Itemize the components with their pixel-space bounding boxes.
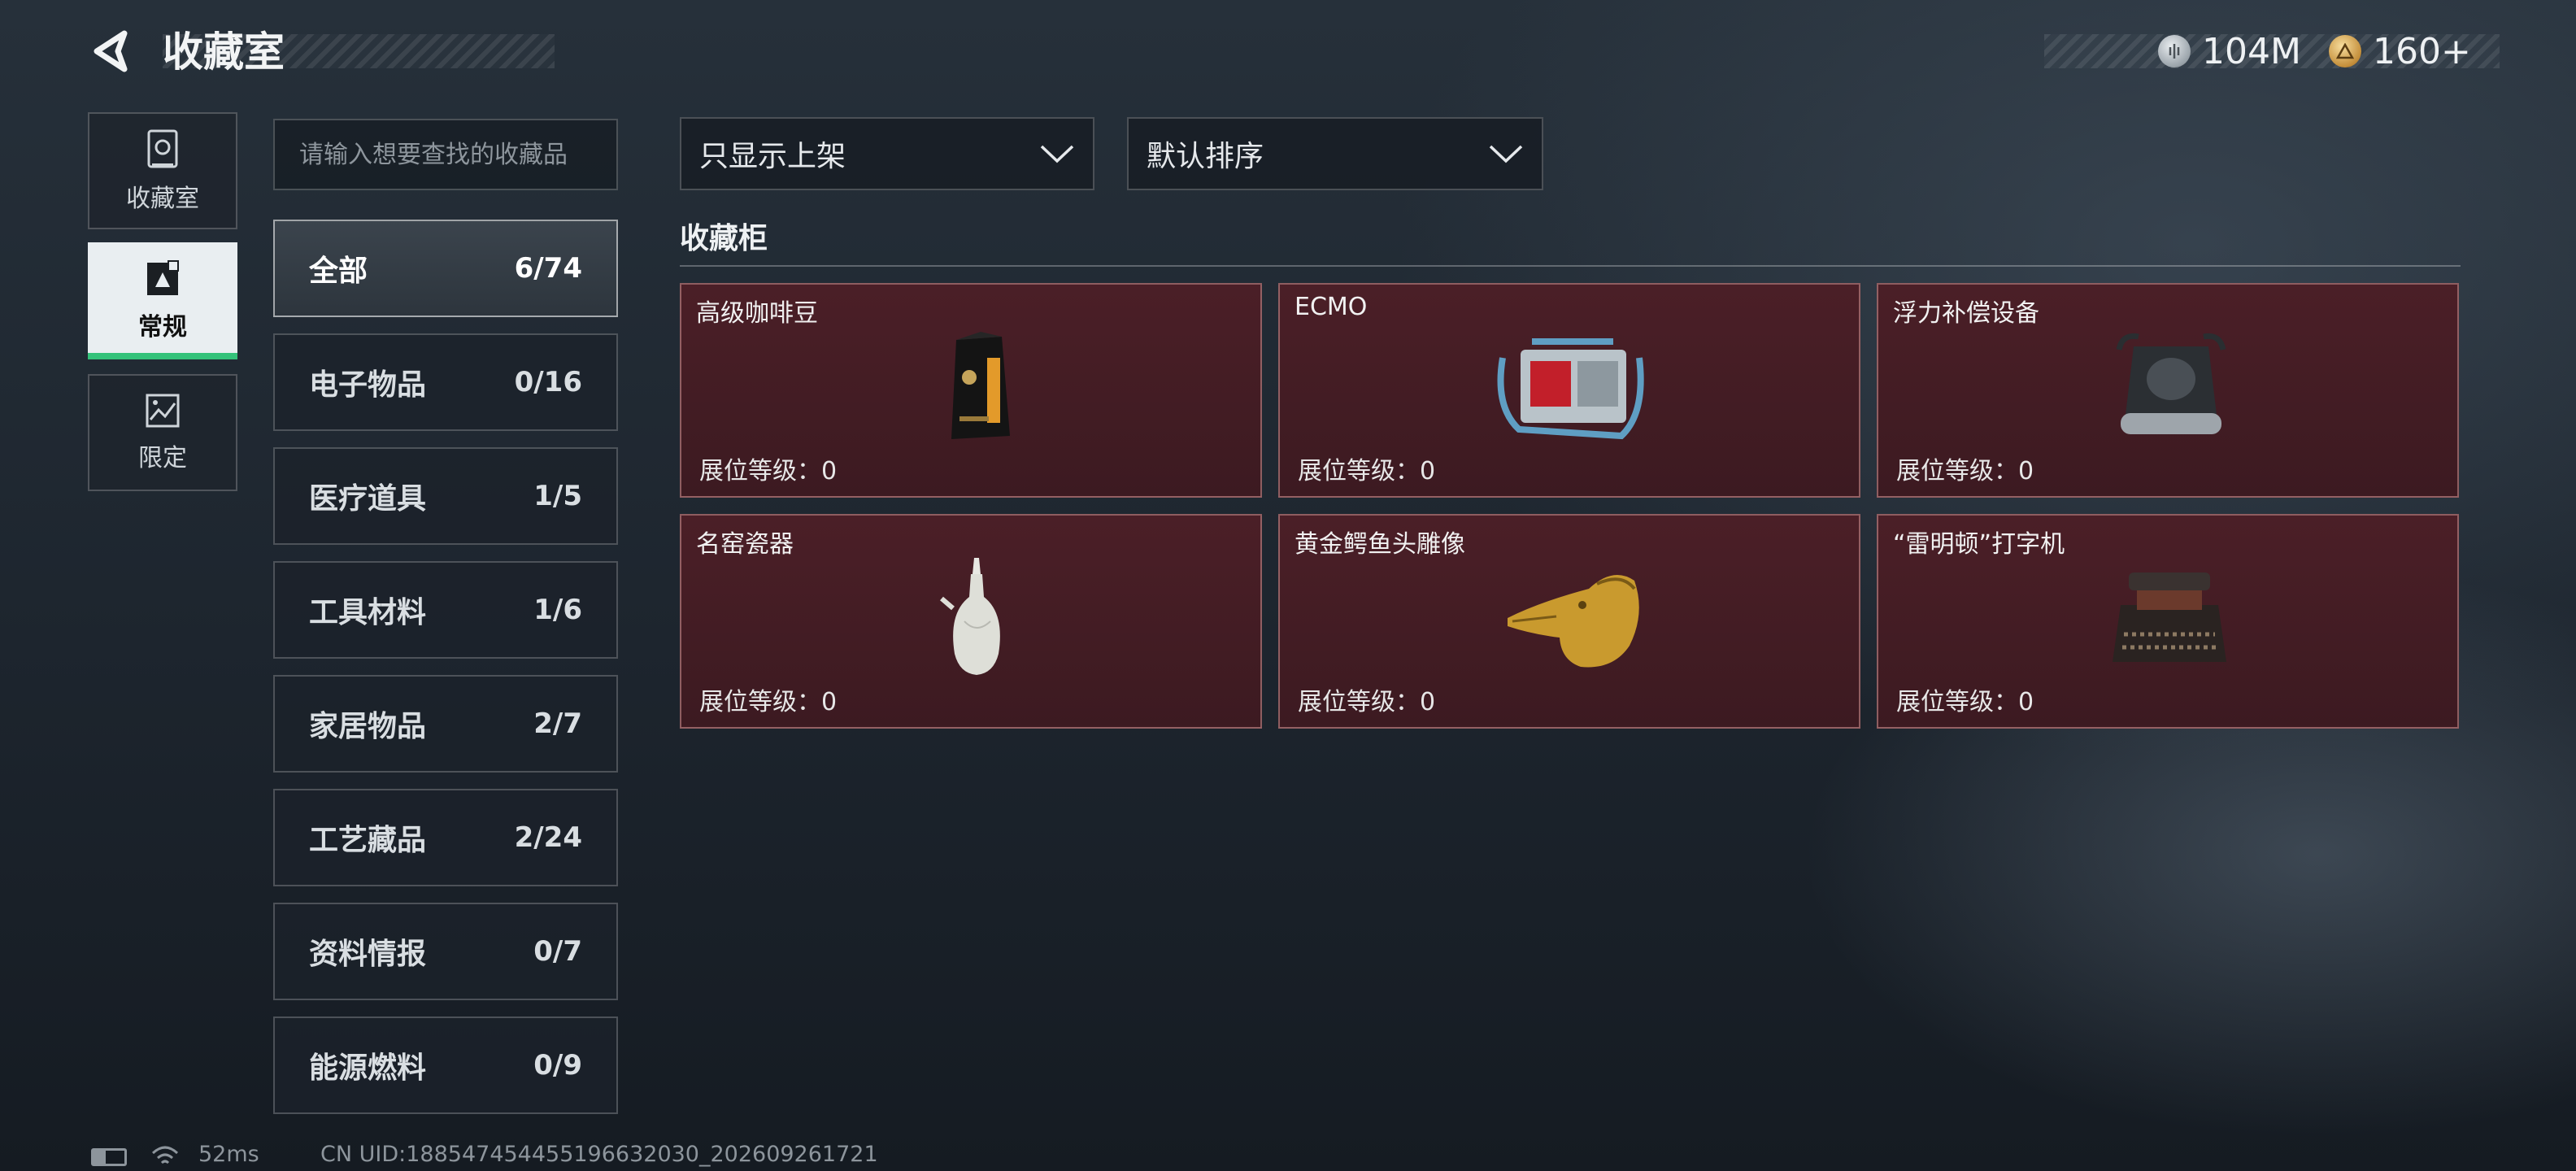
category-count: 6/74 [514, 252, 582, 285]
sort-dropdown[interactable]: 默认排序 [1127, 117, 1543, 190]
category-count: 0/7 [533, 935, 582, 968]
collection-card[interactable]: 黄金鳄鱼头雕像 展位等级：0 [1278, 514, 1860, 729]
category-count: 0/9 [533, 1049, 582, 1082]
nav-label: 限定 [138, 444, 187, 472]
exhibit-icon [147, 260, 179, 295]
category-electronics[interactable]: 电子物品 0/16 [273, 333, 618, 431]
limited-icon [146, 394, 180, 428]
item-level: 展位等级：0 [699, 688, 838, 716]
wifi-icon [151, 1146, 179, 1164]
collection-card[interactable]: 浮力补偿设备 展位等级：0 [1877, 283, 2459, 498]
collection-card[interactable]: 名窑瓷器 展位等级：0 [680, 514, 1262, 729]
bcd-vest-icon [2116, 333, 2226, 434]
nav-limited[interactable]: 限定 [88, 374, 237, 491]
section-divider [680, 265, 2461, 267]
item-level: 展位等级：0 [1298, 688, 1436, 716]
item-name: 黄金鳄鱼头雕像 [1295, 530, 1465, 559]
nav-label: 常规 [138, 313, 187, 342]
vault-icon [147, 129, 178, 168]
battery-icon [91, 1148, 127, 1166]
back-button[interactable] [88, 26, 138, 76]
back-arrow-icon [94, 30, 128, 72]
typewriter-icon [2113, 572, 2226, 662]
chevron-down-icon [1489, 145, 1523, 163]
golden-crocodile-icon [1508, 574, 1639, 668]
nav-label: 收藏室 [126, 185, 199, 213]
coffee-bag-icon [951, 332, 1010, 439]
page-title: 收藏室 [163, 28, 285, 76]
category-medical[interactable]: 医疗道具 1/5 [273, 447, 618, 545]
item-name: 名窑瓷器 [696, 530, 794, 559]
item-name: 高级咖啡豆 [696, 299, 818, 328]
collection-card[interactable]: 高级咖啡豆 展位等级：0 [680, 283, 1262, 498]
display-filter-dropdown[interactable]: 只显示上架 [680, 117, 1094, 190]
currency-gold: 160+ [2329, 28, 2471, 75]
item-name: ECMO [1295, 293, 1368, 321]
category-crafts[interactable]: 工艺藏品 2/24 [273, 789, 618, 886]
item-level: 展位等级：0 [699, 457, 838, 485]
nav-vault[interactable]: 收藏室 [88, 112, 237, 229]
category-name: 医疗道具 [309, 482, 427, 516]
category-name: 工具材料 [309, 596, 427, 629]
category-all[interactable]: 全部 6/74 [273, 220, 618, 317]
silver-coin-icon [2158, 35, 2191, 67]
category-count: 0/16 [514, 366, 582, 398]
gold-amount: 160+ [2373, 30, 2471, 72]
category-intel[interactable]: 资料情报 0/7 [273, 903, 618, 1000]
category-count: 2/24 [514, 821, 582, 854]
sort-value: 默认排序 [1147, 140, 1264, 173]
ping-readout: 52ms [198, 1142, 259, 1167]
item-level: 展位等级：0 [1896, 688, 2034, 716]
uid-readout: CN UID:1885474544551966320​30_2026092617… [320, 1142, 878, 1167]
currency-silver: 104M [2158, 28, 2301, 75]
category-name: 电子物品 [309, 368, 427, 402]
category-name: 资料情报 [309, 938, 427, 971]
item-level: 展位等级：0 [1896, 457, 2034, 485]
search-input[interactable] [273, 119, 618, 190]
category-count: 2/7 [533, 707, 582, 740]
category-household[interactable]: 家居物品 2/7 [273, 675, 618, 773]
porcelain-vase-icon [940, 558, 1000, 675]
ecmo-machine-icon [1497, 338, 1644, 440]
category-name: 能源燃料 [309, 1051, 427, 1085]
category-fuel[interactable]: 能源燃料 0/9 [273, 1016, 618, 1114]
item-level: 展位等级：0 [1298, 457, 1436, 485]
display-filter-value: 只显示上架 [699, 140, 846, 173]
nav-regular[interactable]: 常规 [88, 242, 237, 359]
category-name: 工艺藏品 [309, 824, 427, 857]
gold-coin-icon [2329, 35, 2361, 67]
collection-card[interactable]: “雷明顿”打字机 展位等级：0 [1877, 514, 2459, 729]
section-title: 收藏柜 [680, 222, 768, 255]
item-name: 浮力补偿设备 [1893, 299, 2039, 328]
category-count: 1/6 [533, 594, 582, 626]
category-name: 全部 [309, 255, 368, 288]
category-tools[interactable]: 工具材料 1/6 [273, 561, 618, 659]
silver-amount: 104M [2202, 30, 2301, 72]
category-name: 家居物品 [309, 710, 427, 743]
chevron-down-icon [1040, 145, 1074, 163]
item-name: “雷明顿”打字机 [1893, 530, 2065, 559]
collection-card[interactable]: ECMO 展位等级：0 [1278, 283, 1860, 498]
category-count: 1/5 [533, 480, 582, 512]
